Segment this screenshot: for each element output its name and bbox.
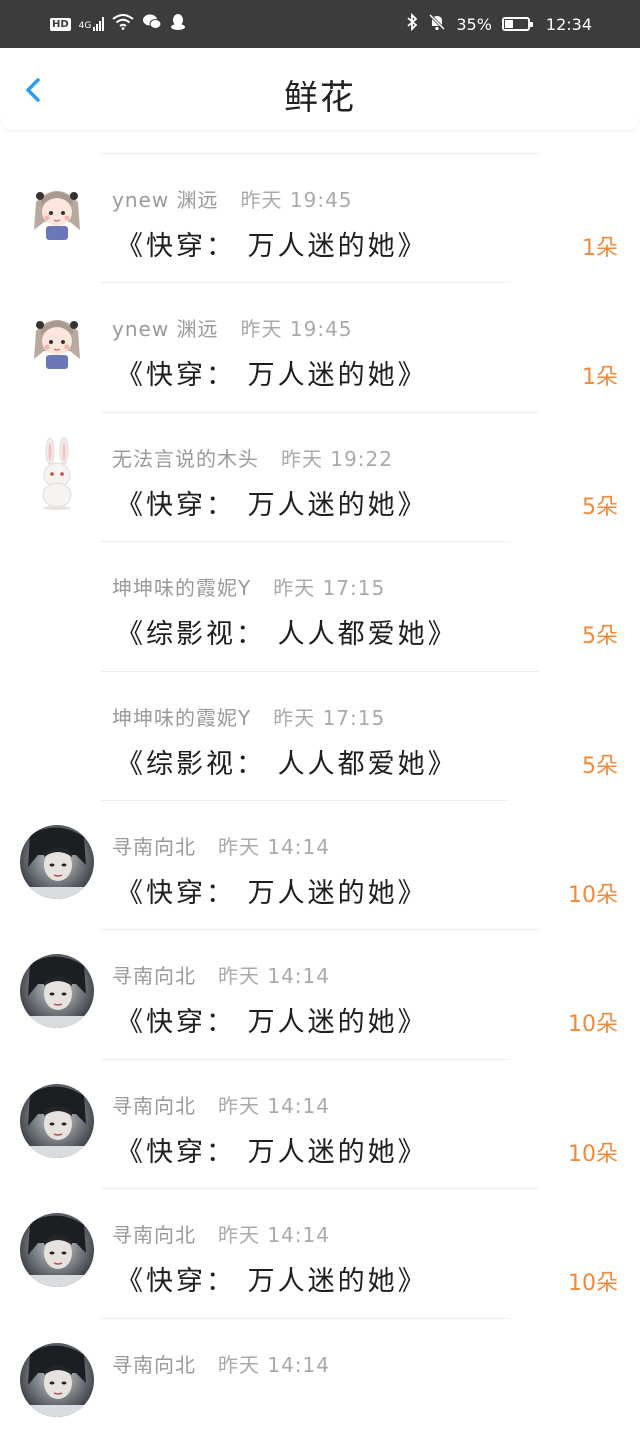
username[interactable]: 坤坤味的霞妮Y xyxy=(112,576,251,600)
status-bar: HD 4G 35% 12:34 xyxy=(0,0,640,48)
timestamp: 昨天 19:45 xyxy=(240,188,353,212)
book-title[interactable]: 《快穿： 万人迷的她》 xyxy=(116,1130,428,1169)
record-meta: 坤坤味的霞妮Y 昨天 17:15 xyxy=(112,702,385,731)
flower-record-row[interactable]: 寻南向北 昨天 14:14 《快穿： 万人迷的她》 10朵 xyxy=(0,930,640,1059)
username[interactable]: 寻南向北 xyxy=(112,1223,196,1247)
header: 鲜花 xyxy=(0,48,640,130)
flower-count: 5朵 xyxy=(582,753,618,779)
battery-icon xyxy=(501,17,533,31)
flower-record-row[interactable]: 寻南向北 昨天 14:14 xyxy=(0,1319,640,1448)
book-title[interactable]: 《快穿： 万人迷的她》 xyxy=(116,224,428,263)
timestamp: 昨天 14:14 xyxy=(218,1223,330,1248)
record-meta: 坤坤味的霞妮Y 昨天 17:15 xyxy=(112,572,385,601)
user-avatar[interactable] xyxy=(20,1342,94,1417)
flower-count: 5朵 xyxy=(582,494,618,520)
username[interactable]: 无法言说的木头 xyxy=(112,447,259,471)
timestamp: 昨天 17:15 xyxy=(273,705,386,730)
user-avatar[interactable] xyxy=(20,954,94,1029)
battery-level xyxy=(504,20,513,28)
flower-count: 10朵 xyxy=(568,1271,618,1297)
user-avatar[interactable] xyxy=(20,307,94,382)
flower-record-row[interactable]: 寻南向北 昨天 14:14 《快穿： 万人迷的她》 10朵 xyxy=(0,801,640,930)
username[interactable]: 寻南向北 xyxy=(112,964,196,988)
flower-count: 10朵 xyxy=(568,1012,618,1038)
flower-count: 10朵 xyxy=(568,1141,618,1167)
page-title: 鲜花 xyxy=(284,78,356,118)
user-avatar[interactable] xyxy=(20,436,94,511)
network-type: 4G xyxy=(78,21,92,31)
record-meta: ynew 渊远 昨天 19:45 xyxy=(112,184,353,213)
user-avatar[interactable] xyxy=(20,1083,94,1158)
timestamp: 昨天 17:15 xyxy=(273,576,386,601)
timestamp: 昨天 19:22 xyxy=(281,446,393,471)
flower-record-row[interactable]: ynew 渊远 昨天 19:45 《快穿： 万人迷的她》 1朵 xyxy=(0,154,640,283)
book-title[interactable]: 《快穿： 万人迷的她》 xyxy=(116,353,428,392)
bluetooth-icon xyxy=(406,12,418,35)
timestamp: 昨天 19:45 xyxy=(240,317,353,342)
hd-badge: HD xyxy=(50,17,71,31)
timestamp: 昨天 14:14 xyxy=(218,1352,330,1377)
book-title[interactable]: 《快穿： 万人迷的她》 xyxy=(116,871,428,910)
record-meta: 寻南向北 昨天 14:14 xyxy=(112,1349,330,1378)
flower-record-row[interactable]: ynew 渊远 昨天 19:45 《快穿： 万人迷的她》 1朵 xyxy=(0,283,640,412)
flower-record-row[interactable]: 寻南向北 昨天 14:14 《快穿： 万人迷的她》 10朵 xyxy=(0,1189,640,1318)
qq-icon xyxy=(170,13,186,35)
user-avatar[interactable] xyxy=(20,825,94,899)
record-meta: 寻南向北 昨天 14:14 xyxy=(112,1090,330,1119)
status-bar-right: 35% 12:34 xyxy=(406,0,592,48)
clock: 12:34 xyxy=(545,14,592,34)
flower-record-row[interactable]: 坤坤味的霞妮Y 昨天 17:15 《综影视： 人人都爱她》 5朵 xyxy=(0,672,640,801)
username[interactable]: ynew 渊远 xyxy=(112,317,219,341)
wifi-icon xyxy=(112,14,134,34)
flower-count: 1朵 xyxy=(582,236,618,261)
flower-record-row[interactable]: 无法言说的木头 昨天 19:22 《快穿： 万人迷的她》 5朵 xyxy=(0,413,640,542)
username[interactable]: 寻南向北 xyxy=(112,835,196,859)
username[interactable]: 寻南向北 xyxy=(112,1094,196,1118)
user-avatar[interactable] xyxy=(20,178,94,252)
mute-icon xyxy=(428,13,446,35)
user-avatar[interactable] xyxy=(20,1213,94,1288)
record-meta: 无法言说的木头 昨天 19:22 xyxy=(112,443,393,472)
signal-icon: 4G xyxy=(79,17,105,31)
username[interactable]: 寻南向北 xyxy=(112,1353,196,1377)
book-title[interactable]: 《快穿： 万人迷的她》 xyxy=(116,1259,428,1298)
book-title[interactable]: 《快穿： 万人迷的她》 xyxy=(116,483,428,522)
flower-record-row[interactable]: 寻南向北 昨天 14:14 《快穿： 万人迷的她》 10朵 xyxy=(0,1060,640,1189)
username[interactable]: 坤坤味的霞妮Y xyxy=(112,706,251,730)
record-meta: 寻南向北 昨天 14:14 xyxy=(112,960,330,989)
timestamp: 昨天 14:14 xyxy=(218,1093,330,1118)
flower-record-row[interactable]: 坤坤味的霞妮Y 昨天 17:15 《综影视： 人人都爱她》 5朵 xyxy=(0,542,640,671)
status-bar-left: HD 4G xyxy=(50,0,186,48)
flower-count: 10朵 xyxy=(568,883,618,908)
record-meta: 寻南向北 昨天 14:14 xyxy=(112,1219,330,1248)
timestamp: 昨天 14:14 xyxy=(218,835,330,859)
flower-count: 5朵 xyxy=(582,624,618,650)
book-title[interactable]: 《综影视： 人人都爱她》 xyxy=(116,612,458,651)
record-meta: ynew 渊远 昨天 19:45 xyxy=(112,313,353,342)
book-title[interactable]: 《快穿： 万人迷的她》 xyxy=(116,1000,428,1039)
battery-percent: 35% xyxy=(456,14,492,34)
book-title[interactable]: 《综影视： 人人都爱她》 xyxy=(116,742,458,781)
timestamp: 昨天 14:14 xyxy=(218,964,330,989)
flower-count: 1朵 xyxy=(582,365,618,391)
wechat-icon xyxy=(142,14,162,34)
username[interactable]: ynew 渊远 xyxy=(112,188,219,212)
record-meta: 寻南向北 昨天 14:14 xyxy=(112,831,330,860)
